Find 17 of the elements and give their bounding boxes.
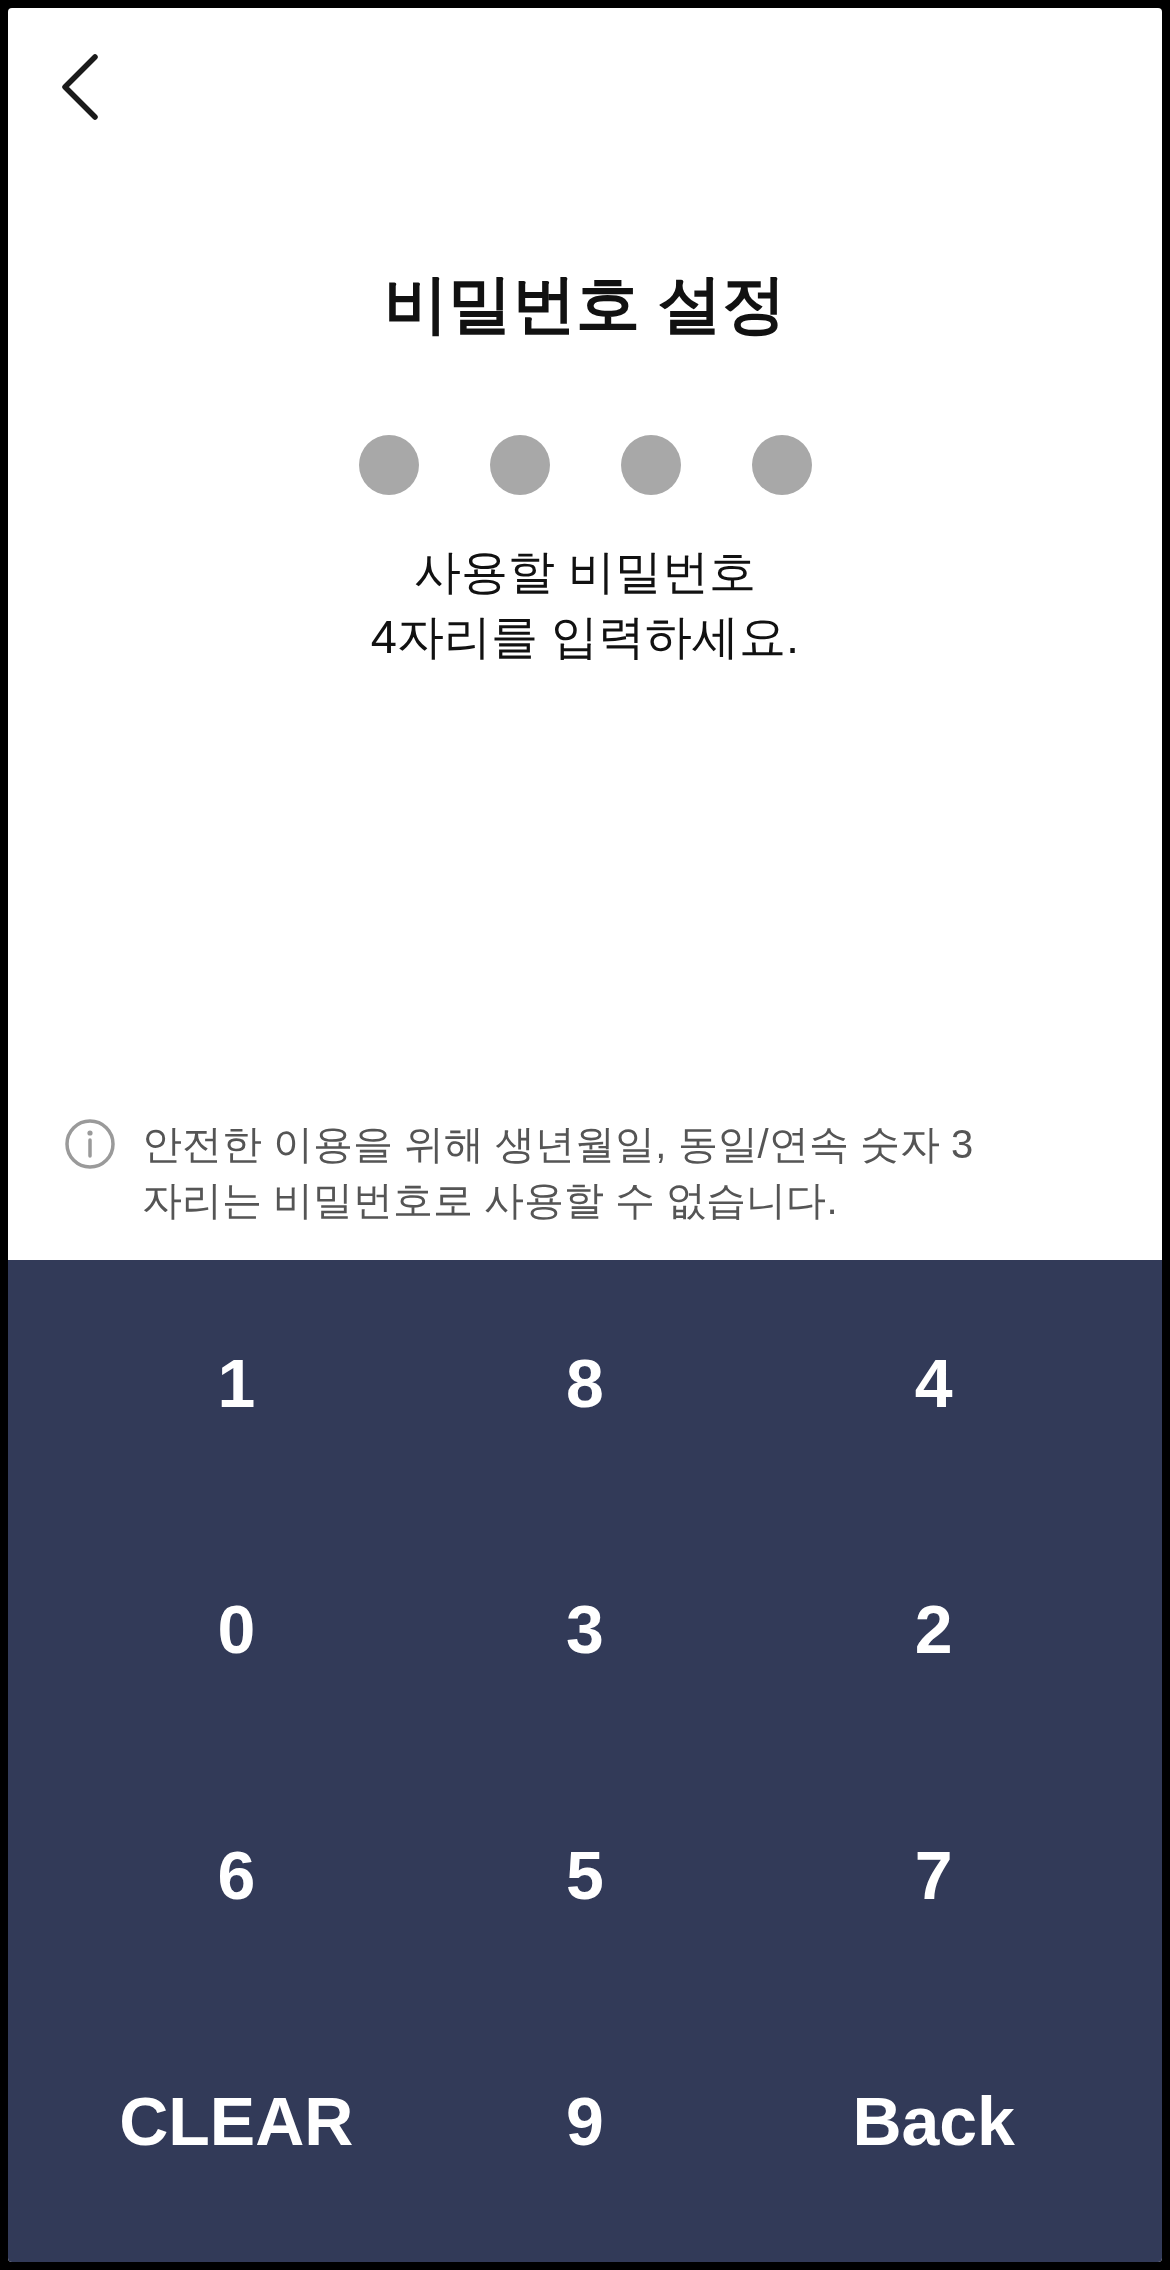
keypad-key[interactable]: 0 [62,1506,411,1752]
keypad-key[interactable]: 1 [62,1260,411,1506]
keypad-key[interactable]: 7 [759,1752,1108,1998]
instruction-text: 사용할 비밀번호 4자리를 입력하세요. [370,544,800,665]
keypad-key[interactable]: 8 [410,1260,760,1506]
keypad-key[interactable]: Back [759,1998,1108,2244]
keypad-key[interactable]: 6 [62,1752,411,1998]
keypad-key[interactable]: 9 [410,1998,760,2244]
keypad-key[interactable]: 2 [759,1506,1108,1752]
notice-text: 안전한 이용을 위해 생년월일, 동일/연속 숫자 3 자리는 비밀번호로 사용할 수 없습니다. [142,1121,974,1224]
page-title: 비밀번호 설정 [384,268,786,340]
keypad-key[interactable]: 5 [410,1752,760,1998]
keypad-key[interactable]: 3 [410,1506,760,1752]
chevron-left-icon [61,54,99,120]
keypad-key[interactable]: 4 [759,1260,1108,1506]
info-icon [65,1119,115,1169]
keypad-key[interactable]: CLEAR [62,1998,411,2244]
